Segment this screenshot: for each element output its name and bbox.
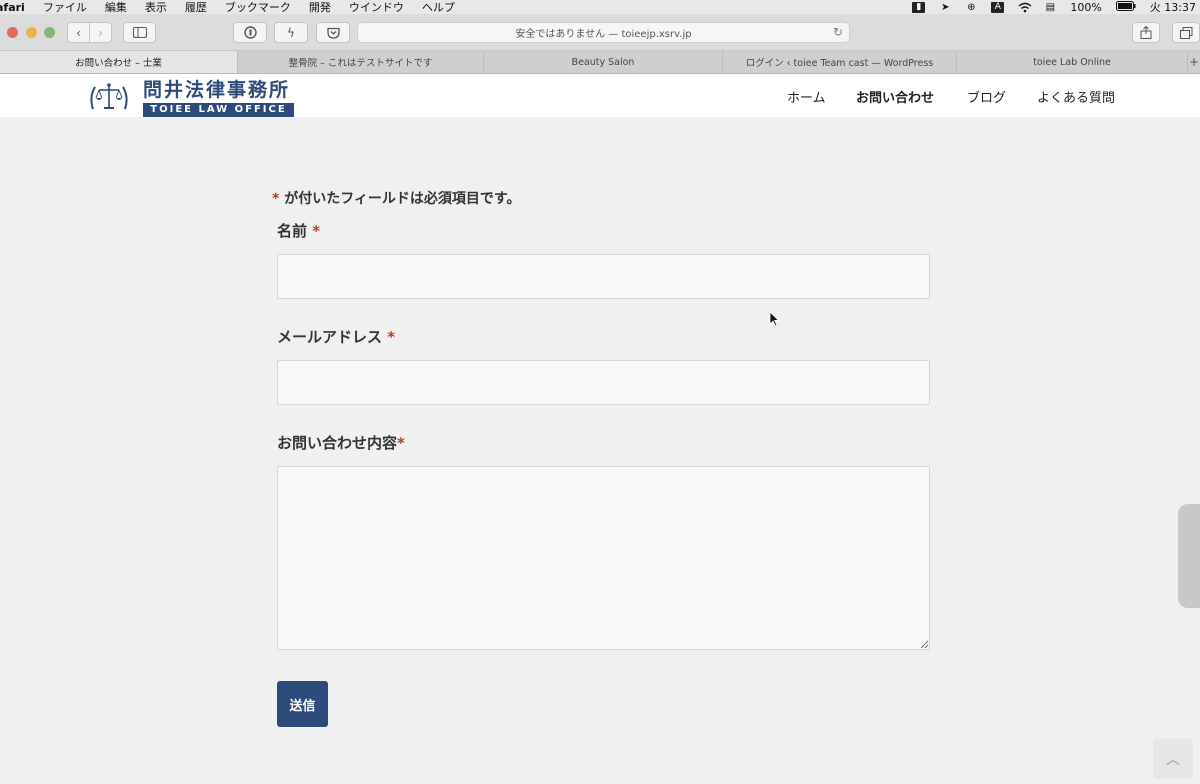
battery-icon[interactable] (1115, 0, 1136, 14)
nav-faq[interactable]: よくある質問 (1037, 87, 1115, 106)
logo-japanese-name: 問井法律事務所 (143, 79, 291, 101)
close-window-button[interactable] (7, 27, 18, 38)
submit-button[interactable]: 送信 (277, 681, 328, 727)
address-bar[interactable]: 安全ではありません — toieejp.xsrv.jp ↻ (357, 22, 850, 43)
email-label-text: メールアドレス (277, 328, 383, 346)
input-source-icon[interactable]: A (991, 1, 1005, 13)
pocket-icon (326, 27, 340, 39)
zoom-window-button[interactable] (44, 27, 55, 38)
mouse-cursor-icon (769, 311, 779, 327)
menu-history[interactable]: 履歴 (185, 0, 207, 15)
location-arrow-icon[interactable]: ➤ (939, 2, 951, 13)
lightning-extension-button[interactable]: ϟ (274, 22, 308, 43)
required-asterisk: * (312, 222, 321, 240)
recording-icon[interactable]: ▮ (912, 1, 926, 13)
required-asterisk: * (387, 328, 396, 346)
tabs-overview-icon (1179, 26, 1192, 39)
logo-english-name: TOIEE LAW OFFICE (143, 103, 294, 117)
chevron-left-icon: ‹ (76, 25, 81, 40)
menu-help[interactable]: ヘルプ (422, 0, 455, 15)
menu-bookmarks[interactable]: ブックマーク (225, 0, 291, 15)
menu-window[interactable]: ウインドウ (349, 0, 404, 15)
message-field[interactable] (277, 466, 930, 650)
back-button[interactable]: ‹ (67, 22, 90, 43)
browser-tab-beauty-salon[interactable]: Beauty Salon (484, 51, 723, 73)
nav-contact[interactable]: お問い合わせ (856, 87, 934, 106)
new-tab-icon[interactable]: + (1188, 51, 1200, 73)
required-fields-note: * が付いたフィールドは必須項目です。 (272, 188, 521, 208)
browser-tab-seikotsuin[interactable]: 整骨院 – これはテストサイトです (238, 51, 484, 73)
menu-file[interactable]: ファイル (43, 0, 87, 15)
required-asterisk: * (397, 434, 405, 452)
message-label: お問い合わせ内容* (277, 432, 405, 453)
chevron-up-icon: ︿ (1166, 752, 1180, 768)
menu-develop[interactable]: 開発 (309, 0, 331, 15)
browser-tab-contact[interactable]: お問い合わせ – 士業 (0, 51, 238, 73)
tab-overview-button[interactable] (1172, 22, 1200, 43)
battery-percent: 100% (1070, 0, 1102, 14)
nav-home[interactable]: ホーム (787, 87, 826, 106)
share-icon (1140, 26, 1152, 39)
network-icon[interactable]: ⊕ (965, 2, 977, 13)
password-extension-button[interactable] (233, 22, 267, 43)
site-logo[interactable]: 問井法律事務所 TOIEE LAW OFFICE (87, 79, 294, 117)
pocket-extension-button[interactable] (316, 22, 350, 43)
lightning-icon: ϟ (287, 25, 295, 40)
menu-view[interactable]: 表示 (145, 0, 167, 15)
browser-tab-bar: お問い合わせ – 士業 整骨院 – これはテストサイトです Beauty Sal… (0, 51, 1200, 74)
menu-edit[interactable]: 編集 (105, 0, 127, 15)
email-label: メールアドレス * (277, 326, 395, 347)
wifi-icon[interactable] (1018, 2, 1032, 13)
sidebar-icon (132, 27, 147, 38)
menubar-status-area: ▮ ➤ ⊕ A ▤ 100% 火 13:37 (912, 0, 1200, 14)
menubar-clock[interactable]: 火 13:37 (1150, 0, 1196, 15)
forward-button[interactable]: › (89, 22, 112, 43)
sidebar-toggle-button[interactable] (123, 22, 156, 43)
menubar-app-name[interactable]: afari (0, 1, 25, 14)
site-header: 問井法律事務所 TOIEE LAW OFFICE ホーム お問い合わせ ブログ … (0, 74, 1200, 117)
macos-menubar: afari ファイル 編集 表示 履歴 ブックマーク 開発 ウインドウ ヘルプ … (0, 0, 1200, 14)
name-label: 名前 * (277, 220, 320, 241)
scroll-to-top-button[interactable]: ︿ (1153, 739, 1193, 779)
browser-tab-toiee-lab[interactable]: toiee Lab Online (957, 51, 1188, 73)
chevron-right-icon: › (98, 25, 103, 40)
share-button[interactable] (1132, 22, 1160, 43)
keyboard-icon[interactable]: ▤ (1044, 2, 1056, 13)
side-panel-handle[interactable] (1178, 504, 1200, 608)
browser-toolbar: ‹ › ϟ 安全ではありません — toieejp.xsrv.jp ↻ (0, 14, 1200, 51)
name-field[interactable] (277, 254, 930, 299)
address-text: 安全ではありません — toieejp.xsrv.jp (515, 29, 692, 40)
required-note-text: が付いたフィールドは必須項目です。 (279, 191, 521, 207)
extension-circle-icon (243, 26, 257, 39)
nav-blog[interactable]: ブログ (967, 87, 1006, 106)
reload-icon[interactable]: ↻ (833, 25, 843, 39)
scales-of-justice-icon (90, 83, 128, 110)
browser-tab-wp-login[interactable]: ログイン ‹ toiee Team cast — WordPress (723, 51, 957, 73)
email-field[interactable] (277, 360, 930, 405)
name-label-text: 名前 (277, 222, 308, 240)
message-label-text: お問い合わせ内容 (277, 434, 398, 452)
minimize-window-button[interactable] (26, 27, 37, 38)
